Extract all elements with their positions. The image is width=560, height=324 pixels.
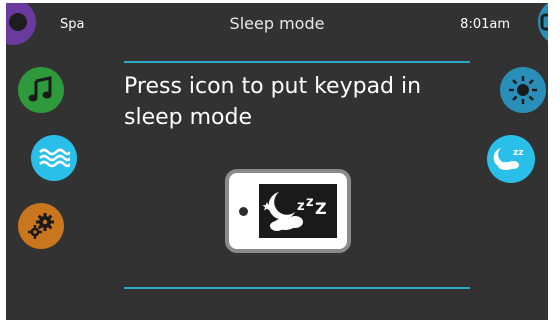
keypad-sleep-icon: z z Z [259,184,337,238]
sleep-icon: zz [493,148,523,170]
music-icon [28,76,52,102]
water-button[interactable] [31,135,77,181]
clock-time: 8:01am [460,17,510,32]
brightness-icon [509,76,537,104]
profile-button[interactable] [6,3,36,45]
profile-icon [9,13,27,31]
svg-text:z: z [297,199,305,214]
svg-text:zz: zz [513,148,523,158]
settings-icon [28,213,54,239]
brightness-button[interactable] [500,67,546,113]
instruction-text: Press icon to put keypad in sleep mode [124,74,422,130]
sleep-mode-button[interactable]: zz [487,135,535,183]
settings-button[interactable] [18,203,64,249]
svg-text:Z: Z [315,199,327,218]
screen-icon [540,13,548,31]
keypad-button-dot [239,207,248,216]
keypad-sleep-button[interactable]: z z Z [225,169,351,253]
spa-screen: Spa Sleep mode 8:01am zz Press icon to p… [6,3,548,320]
screen-settings-button[interactable] [538,3,548,45]
water-icon [39,148,70,168]
music-button[interactable] [18,67,64,113]
top-divider [124,61,470,63]
bottom-divider [124,287,470,289]
svg-text:z: z [306,195,314,210]
